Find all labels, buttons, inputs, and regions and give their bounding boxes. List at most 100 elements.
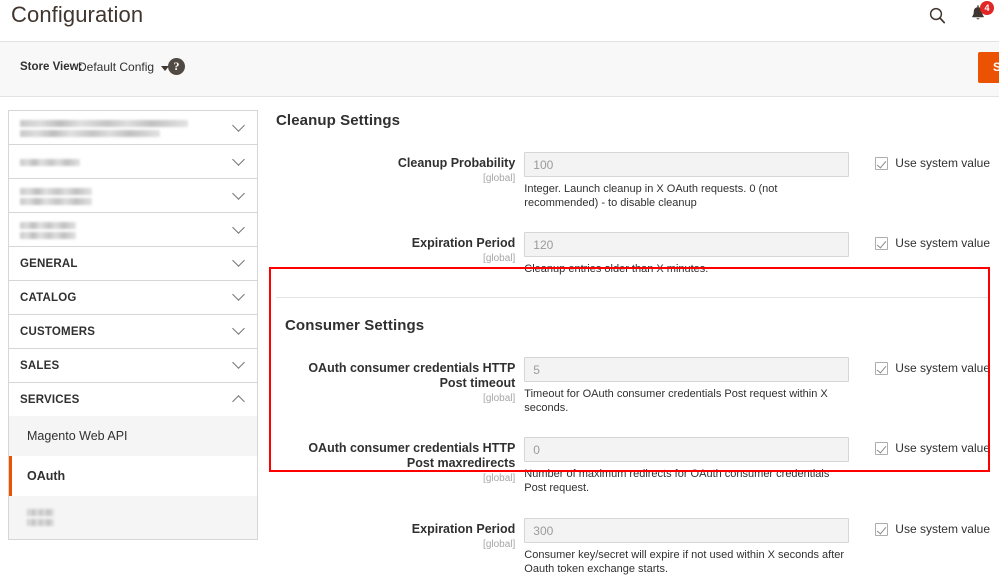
field-scope: [global] <box>483 393 516 404</box>
field-label-col: Cleanup Probability [global] <box>276 152 524 185</box>
notifications-button[interactable]: 4 <box>967 1 994 27</box>
field-note: Timeout for OAuth consumer credentials P… <box>524 388 828 414</box>
sidebar-item-oauth[interactable]: OAuth <box>9 456 257 496</box>
sidebar-item-label: OAuth <box>27 469 66 483</box>
field-note: Number of maximum redirects for OAuth co… <box>524 468 830 494</box>
sidebar-item-redacted[interactable] <box>9 496 257 539</box>
redacted-bar <box>20 197 92 205</box>
use-system-value-consumer-expiration[interactable]: Use system value <box>849 518 990 536</box>
sidebar-section-header[interactable] <box>9 111 257 145</box>
redacted-label <box>20 187 92 205</box>
sidebar-section-services[interactable]: SERVICES Magento Web API OAuth <box>9 383 257 540</box>
header-actions: 4 <box>925 1 994 27</box>
sidebar-section-redacted-4[interactable] <box>9 213 257 247</box>
sidebar-section-label: GENERAL <box>20 257 78 270</box>
sidebar-section-customers[interactable]: CUSTOMERS <box>9 315 257 349</box>
sidebar-section-header[interactable] <box>9 179 257 213</box>
sidebar-section-sales[interactable]: SALES <box>9 349 257 383</box>
sidebar-section-redacted-1[interactable] <box>9 111 257 145</box>
redacted-bar <box>20 158 80 166</box>
search-icon-svg <box>929 7 945 23</box>
field-label-col: OAuth consumer credentials HTTP Post tim… <box>285 357 524 405</box>
use-system-value-oauth-maxredirects[interactable]: Use system value <box>849 437 990 455</box>
chevron-down-icon <box>232 288 245 301</box>
field-input-col: Consumer key/secret will expire if not u… <box>524 518 850 576</box>
chevron-down-icon <box>232 186 245 200</box>
field-label: OAuth consumer credentials HTTP Post max… <box>308 441 516 470</box>
consumer-settings-title: Consumer Settings <box>285 317 425 334</box>
field-note: Consumer key/secret will expire if not u… <box>524 549 845 575</box>
store-view-select[interactable]: Default Config <box>78 60 170 74</box>
sidebar-section-catalog[interactable]: CATALOG <box>9 281 257 315</box>
sidebar-section-header[interactable] <box>9 213 257 247</box>
cleanup-expiration-period-input[interactable] <box>524 232 850 257</box>
notification-count-badge: 4 <box>980 1 994 15</box>
redacted-label <box>20 221 76 239</box>
field-scope: [global] <box>483 473 516 484</box>
consumer-settings-section: Consumer Settings OAuth consumer credent… <box>276 317 990 576</box>
sidebar-section-label: CUSTOMERS <box>20 325 96 338</box>
sidebar-subitem-list: Magento Web API OAuth <box>9 416 257 539</box>
field-row-oauth-post-timeout: OAuth consumer credentials HTTP Post tim… <box>285 357 990 415</box>
store-view-label: Store View: <box>20 61 83 73</box>
field-row-consumer-expiration-period: Expiration Period [global] Consumer key/… <box>285 518 990 576</box>
search-icon[interactable] <box>925 3 949 27</box>
chevron-up-icon <box>232 395 245 408</box>
sidebar-section-header[interactable]: CATALOG <box>9 281 257 314</box>
cleanup-settings-title: Cleanup Settings <box>276 112 401 129</box>
use-system-value-label: Use system value <box>895 236 990 250</box>
oauth-post-maxredirects-input[interactable] <box>524 437 850 462</box>
redacted-bar <box>27 519 54 526</box>
checkbox-checked-icon[interactable] <box>875 362 889 375</box>
bell-icon: 4 <box>968 1 994 26</box>
sidebar-section-general[interactable]: GENERAL <box>9 247 257 281</box>
sidebar-item-magento-web-api[interactable]: Magento Web API <box>9 416 257 456</box>
question-mark-icon[interactable]: ? <box>168 58 185 75</box>
cleanup-probability-input[interactable] <box>524 152 850 177</box>
checkbox-checked-icon[interactable] <box>875 237 889 250</box>
sidebar-section-header[interactable]: SERVICES <box>9 383 257 416</box>
field-label-col: Expiration Period [global] <box>276 232 524 265</box>
checkbox-checked-icon[interactable] <box>875 523 889 536</box>
redacted-bar <box>20 231 76 239</box>
redacted-label <box>20 158 80 166</box>
field-note: Integer. Launch cleanup in X OAuth reque… <box>524 183 778 209</box>
field-row-cleanup-probability: Cleanup Probability [global] Integer. La… <box>276 152 990 210</box>
field-row-oauth-post-maxredirects: OAuth consumer credentials HTTP Post max… <box>285 437 990 495</box>
field-label: Cleanup Probability <box>397 156 516 170</box>
field-scope: [global] <box>483 539 516 550</box>
store-view-selected-value: Default Config <box>78 60 155 74</box>
field-input-col: Cleanup entries older than X minutes. <box>524 232 850 276</box>
field-note: Cleanup entries older than X minutes. <box>524 263 709 275</box>
page-title: Configuration <box>11 2 144 27</box>
use-system-value-oauth-timeout[interactable]: Use system value <box>849 357 990 375</box>
save-config-button[interactable]: Save Config <box>978 52 999 83</box>
use-system-value-label: Use system value <box>895 441 990 455</box>
use-system-value-cleanup-probability[interactable]: Use system value <box>849 152 990 170</box>
sidebar-section-redacted-2[interactable] <box>9 145 257 179</box>
oauth-post-timeout-input[interactable] <box>524 357 850 382</box>
consumer-expiration-period-input[interactable] <box>524 518 850 543</box>
chevron-down-icon <box>232 220 245 234</box>
field-input-col: Integer. Launch cleanup in X OAuth reque… <box>524 152 850 210</box>
chevron-down-icon <box>232 152 245 166</box>
field-label: OAuth consumer credentials HTTP Post tim… <box>308 361 516 390</box>
use-system-value-cleanup-expiration[interactable]: Use system value <box>849 232 990 250</box>
field-input-col: Number of maximum redirects for OAuth co… <box>524 437 850 495</box>
page-header: Configuration 4 <box>0 0 999 38</box>
sidebar-section-header[interactable] <box>9 145 257 179</box>
use-system-value-label: Use system value <box>895 156 990 170</box>
checkbox-checked-icon[interactable] <box>875 442 889 455</box>
sidebar-section-header[interactable]: CUSTOMERS <box>9 315 257 348</box>
sidebar-section-redacted-3[interactable] <box>9 179 257 213</box>
redacted-bar <box>20 129 160 137</box>
redacted-bar <box>20 221 76 229</box>
chevron-down-icon <box>232 118 245 132</box>
sidebar-section-header[interactable]: SALES <box>9 349 257 382</box>
sidebar-section-label: SERVICES <box>20 393 80 406</box>
checkbox-checked-icon[interactable] <box>875 157 889 170</box>
field-scope: [global] <box>483 173 516 184</box>
sidebar-section-header[interactable]: GENERAL <box>9 247 257 280</box>
chevron-down-icon <box>232 254 245 267</box>
field-input-col: Timeout for OAuth consumer credentials P… <box>524 357 850 415</box>
